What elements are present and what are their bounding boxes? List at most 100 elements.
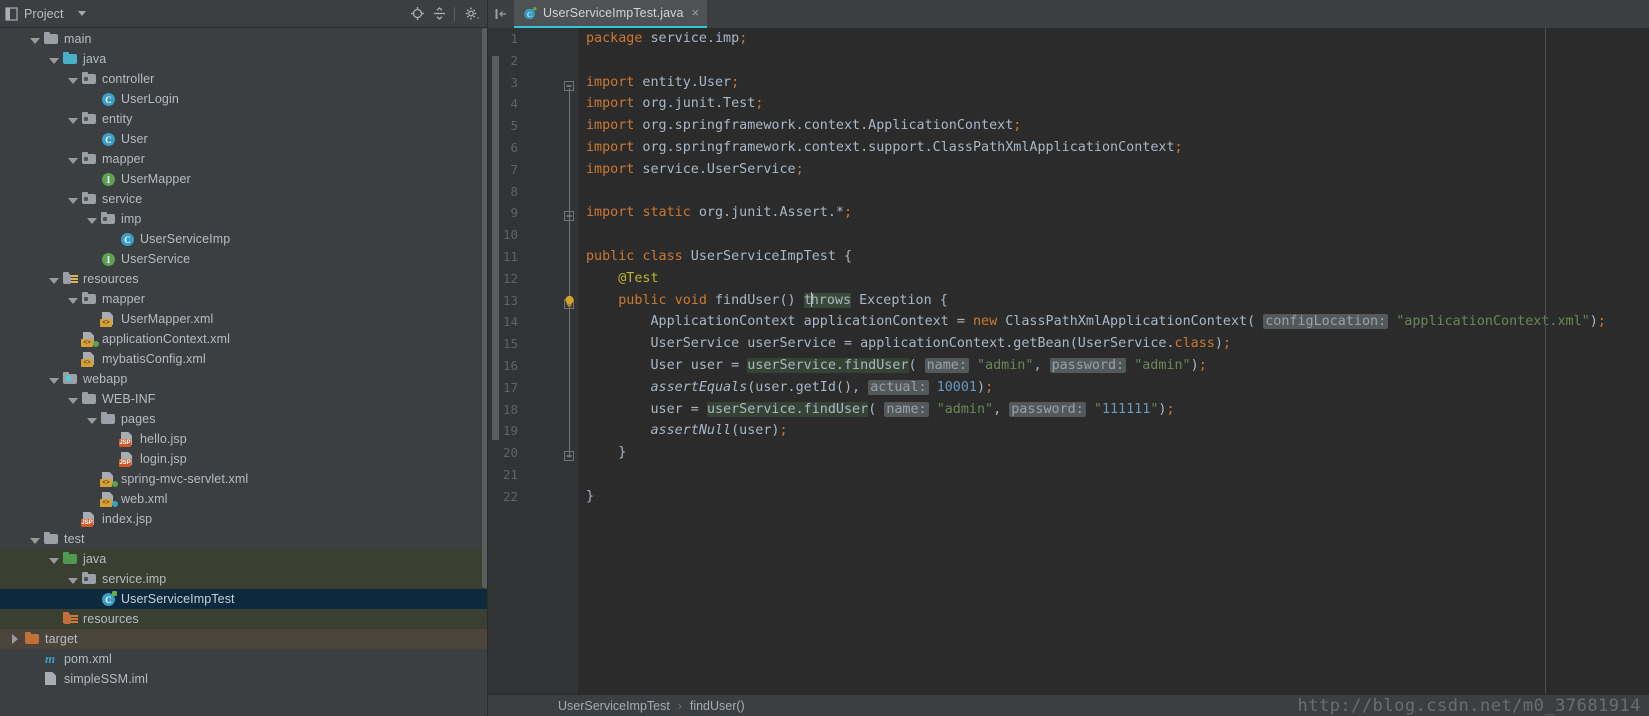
tree-item-controller[interactable]: controller	[0, 69, 488, 89]
tree-item-pages[interactable]: pages	[0, 409, 488, 429]
chevron-right-icon[interactable]	[10, 633, 21, 645]
code-line-21[interactable]	[586, 464, 1649, 486]
tree-item-userlogin[interactable]: C UserLogin	[0, 89, 488, 109]
code-line-10[interactable]	[586, 224, 1649, 246]
hide-tool-window-icon[interactable]	[488, 0, 514, 28]
chevron-down-icon[interactable]	[29, 534, 40, 545]
code-line-11[interactable]: public class UserServiceImpTest {	[586, 246, 1649, 268]
code-line-1[interactable]: package service.imp;	[586, 28, 1649, 50]
collapse-all-icon[interactable]	[429, 4, 449, 24]
gutter-line-7[interactable]: 7	[488, 159, 550, 181]
chevron-down-icon[interactable]	[67, 74, 78, 85]
code-line-18[interactable]: user = userService.findUser( name: "admi…	[586, 399, 1649, 421]
tree-item-target[interactable]: target	[0, 629, 488, 649]
breadcrumb-item-method[interactable]: findUser()	[690, 699, 745, 713]
close-icon[interactable]: ×	[692, 6, 700, 19]
code-line-3[interactable]: import entity.User;	[586, 72, 1649, 94]
gutter-line-11[interactable]: 11	[488, 246, 571, 268]
tree-item-usermapper-xml[interactable]: <> UserMapper.xml	[0, 309, 488, 329]
gutter-line-6[interactable]: 6	[488, 137, 550, 159]
gutter-line-3[interactable]: 3	[488, 72, 550, 94]
tree-item-userserviceimptest[interactable]: C UserServiceImpTest	[0, 589, 488, 609]
tree-item-applicationcontext-xml[interactable]: <> applicationContext.xml	[0, 329, 488, 349]
tree-item-userservice[interactable]: I UserService	[0, 249, 488, 269]
tree-item-mapper[interactable]: mapper	[0, 149, 488, 169]
tree-item-simplessm-iml[interactable]: simpleSSM.iml	[0, 669, 488, 689]
code-line-9[interactable]: import static org.junit.Assert.*;	[586, 202, 1649, 224]
tree-item-imp[interactable]: imp	[0, 209, 488, 229]
chevron-down-icon[interactable]	[67, 574, 78, 585]
editor-gutter[interactable]: 1 2 3 4 5 6 7 8 9 10 11 12 13 14 15 16 17 18 19 20 21 22	[488, 28, 571, 694]
tree-item-userserviceimp[interactable]: C UserServiceImp	[0, 229, 488, 249]
gutter-line-13[interactable]: 13	[488, 290, 571, 312]
tree-item-resources[interactable]: resources	[0, 609, 488, 629]
code-line-15[interactable]: UserService userService = applicationCon…	[586, 333, 1649, 355]
code-line-14[interactable]: ApplicationContext applicationContext = …	[586, 311, 1649, 333]
code-line-2[interactable]	[586, 50, 1649, 72]
chevron-down-icon[interactable]	[67, 394, 78, 405]
code-line-4[interactable]: import org.junit.Test;	[586, 93, 1649, 115]
gutter-line-9[interactable]: 9	[488, 202, 550, 224]
code-line-12[interactable]: @Test	[586, 268, 1649, 290]
settings-gear-icon[interactable]	[462, 4, 482, 24]
tree-item-java[interactable]: java	[0, 49, 488, 69]
editor-body[interactable]: 1 2 3 4 5 6 7 8 9 10 11 12 13 14 15 16 17 18 19 20 21 22 pack…	[488, 28, 1649, 694]
gutter-line-4[interactable]: 4	[488, 93, 550, 115]
tree-item-resources[interactable]: resources	[0, 269, 488, 289]
gutter-line-5[interactable]: 5	[488, 115, 550, 137]
code-line-13[interactable]: public void findUser() throws Exception …	[565, 290, 1649, 312]
locate-icon[interactable]	[407, 4, 427, 24]
chevron-down-icon[interactable]	[77, 11, 86, 16]
tree-item-login-jsp[interactable]: JSP login.jsp	[0, 449, 488, 469]
code-line-22[interactable]: }	[586, 486, 1649, 508]
tree-item-web-xml[interactable]: <> web.xml	[0, 489, 488, 509]
code-line-17[interactable]: assertEquals(user.getId(), actual: 10001…	[586, 377, 1649, 399]
code-line-7[interactable]: import service.UserService;	[586, 159, 1649, 181]
chevron-down-icon[interactable]	[67, 194, 78, 205]
chevron-down-icon[interactable]	[29, 34, 40, 45]
gutter-line-22[interactable]: 22	[488, 486, 550, 508]
project-tree[interactable]: main java controller C UserLogin entity C User m…	[0, 28, 488, 716]
gutter-line-14[interactable]: 14	[488, 311, 550, 333]
chevron-down-icon[interactable]	[48, 54, 59, 65]
gutter-line-18[interactable]: 18	[488, 399, 550, 421]
code-line-8[interactable]	[586, 181, 1649, 203]
code-line-6[interactable]: import org.springframework.context.suppo…	[586, 137, 1649, 159]
code-line-16[interactable]: User user = userService.findUser( name: …	[586, 355, 1649, 377]
code-column[interactable]: package service.imp; import entity.User;…	[550, 28, 1649, 694]
gutter-line-8[interactable]: 8	[488, 181, 550, 203]
chevron-down-icon[interactable]	[48, 374, 59, 385]
gutter-line-16[interactable]: 16	[488, 355, 550, 377]
tree-item-mapper[interactable]: mapper	[0, 289, 488, 309]
chevron-down-icon[interactable]	[48, 274, 59, 285]
chevron-down-icon[interactable]	[67, 114, 78, 125]
tree-item-index-jsp[interactable]: JSP index.jsp	[0, 509, 488, 529]
chevron-down-icon[interactable]	[67, 154, 78, 165]
code-line-20[interactable]: }	[586, 442, 1649, 464]
chevron-down-icon[interactable]	[86, 214, 97, 225]
tree-item-service-imp[interactable]: service.imp	[0, 569, 488, 589]
tree-item-service[interactable]: service	[0, 189, 488, 209]
chevron-down-icon[interactable]	[67, 294, 78, 305]
breadcrumb-item-class[interactable]: UserServiceImpTest	[558, 699, 670, 713]
gutter-line-15[interactable]: 15	[488, 333, 550, 355]
code-line-19[interactable]: assertNull(user);	[586, 420, 1649, 442]
code-line-5[interactable]: import org.springframework.context.Appli…	[586, 115, 1649, 137]
tree-item-spring-mvc-servlet-xml[interactable]: <> spring-mvc-servlet.xml	[0, 469, 488, 489]
tree-item-entity[interactable]: entity	[0, 109, 488, 129]
gutter-line-2[interactable]: 2	[488, 50, 550, 72]
tree-item-user[interactable]: C User	[0, 129, 488, 149]
chevron-down-icon[interactable]	[48, 554, 59, 565]
gutter-line-10[interactable]: 10	[488, 224, 550, 246]
tree-item-web-inf[interactable]: WEB-INF	[0, 389, 488, 409]
gutter-line-21[interactable]: 21	[488, 464, 550, 486]
source-code[interactable]: package service.imp; import entity.User;…	[550, 28, 1649, 508]
gutter-line-17[interactable]: 17	[488, 377, 550, 399]
tree-item-test[interactable]: test	[0, 529, 488, 549]
tree-item-pom-xml[interactable]: m pom.xml	[0, 649, 488, 669]
gutter-line-19[interactable]: 19	[488, 420, 550, 442]
tree-item-main[interactable]: main	[0, 29, 488, 49]
chevron-down-icon[interactable]	[86, 414, 97, 425]
intention-bulb-icon[interactable]	[564, 294, 575, 307]
gutter-line-12[interactable]: 12	[488, 268, 550, 290]
